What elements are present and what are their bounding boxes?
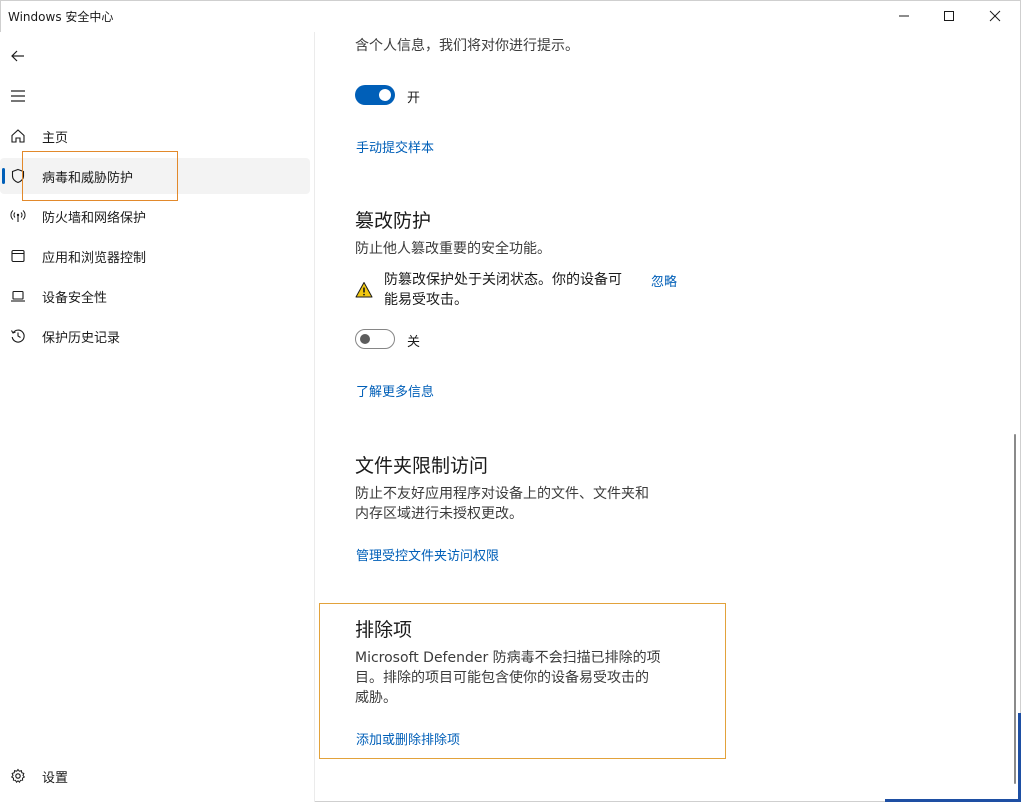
tamper-protection-title: 篡改防护 [355,210,432,232]
toggle-knob [360,334,370,344]
sample-toggle-state: 开 [407,91,421,106]
sidebar-item-home[interactable]: 主页 [0,118,310,154]
folder-access-title: 文件夹限制访问 [355,455,489,477]
close-button[interactable] [972,0,1018,32]
sidebar-item-label: 应用和浏览器控制 [42,250,147,266]
sidebar-item-label: 设备安全性 [42,290,108,306]
intro-text-tail: 含个人信息，我们将对你进行提示。 [355,38,579,54]
title-bar[interactable]: Windows 安全中心 [0,0,1021,32]
close-icon [989,10,1001,22]
sidebar-item-label: 保护历史记录 [42,330,121,346]
sidebar-item-firewall[interactable]: 防火墙和网络保护 [0,198,310,234]
shield-icon [10,168,26,184]
sidebar-item-history[interactable]: 保护历史记录 [0,318,310,354]
add-remove-exclusions-link[interactable]: 添加或删除排除项 [356,729,460,748]
sidebar-item-virus-protection[interactable]: 病毒和威胁防护 [0,158,310,194]
back-arrow-icon [11,50,24,62]
sample-submission-toggle[interactable] [355,85,395,105]
tamper-warning-line-1: 防篡改保护处于关闭状态。你的设备可 [384,272,622,288]
app-title: Windows 安全中心 [8,10,114,24]
submit-sample-link[interactable]: 手动提交样本 [356,137,434,156]
exclusions-description-line-2: 目。排除的项目可能包含使你的设备易受攻击的 [355,670,649,686]
learn-more-link[interactable]: 了解更多信息 [356,381,434,400]
wireless-icon [10,208,26,224]
sidebar-item-label: 防火墙和网络保护 [42,210,147,226]
tamper-warning-line-2: 能易受攻击。 [384,292,468,308]
main-content: 含个人信息，我们将对你进行提示。 开 手动提交样本 篡改防护 防止他人篡改重要的… [315,32,1005,802]
exclusions-description-line-1: Microsoft Defender 防病毒不会扫描已排除的项 [355,650,661,666]
menu-button[interactable] [6,84,30,108]
dismiss-warning-link[interactable]: 忽略 [651,271,677,290]
maximize-button[interactable] [926,0,972,32]
manage-folder-access-link[interactable]: 管理受控文件夹访问权限 [356,545,499,564]
content-scrollbar[interactable] [1012,32,1018,802]
scroll-thumb[interactable] [1014,434,1016,784]
sidebar: 主页 病毒和威胁防护 防火墙和网络保护 应用和浏览器控制 设备安全性 保护历史记… [0,32,315,802]
tamper-protection-description: 防止他人篡改重要的安全功能。 [355,241,551,257]
sidebar-item-label: 病毒和威胁防护 [42,170,134,186]
maximize-icon [944,11,954,21]
app-window-icon [10,248,26,264]
sidebar-item-app-browser[interactable]: 应用和浏览器控制 [0,238,310,274]
selection-indicator [2,168,5,184]
sidebar-item-settings[interactable]: 设置 [0,758,310,794]
warning-icon [355,282,373,298]
minimize-button[interactable] [881,0,927,32]
laptop-icon [10,288,26,304]
folder-access-description-line-1: 防止不友好应用程序对设备上的文件、文件夹和 [355,486,649,502]
tamper-protection-toggle[interactable] [355,329,395,349]
history-icon [10,328,26,344]
exclusions-title: 排除项 [355,619,413,641]
minimize-icon [899,15,909,17]
home-icon [10,128,26,144]
back-button[interactable] [6,44,30,68]
sidebar-item-device-security[interactable]: 设备安全性 [0,278,310,314]
tamper-toggle-state: 关 [407,335,421,350]
sidebar-item-label: 设置 [42,770,69,786]
sidebar-item-label: 主页 [42,130,69,146]
gear-icon [10,768,26,784]
hamburger-icon [11,90,25,102]
folder-access-description-line-2: 内存区域进行未授权更改。 [355,506,523,522]
exclusions-description-line-3: 威胁。 [355,690,397,706]
toggle-knob [379,89,391,101]
